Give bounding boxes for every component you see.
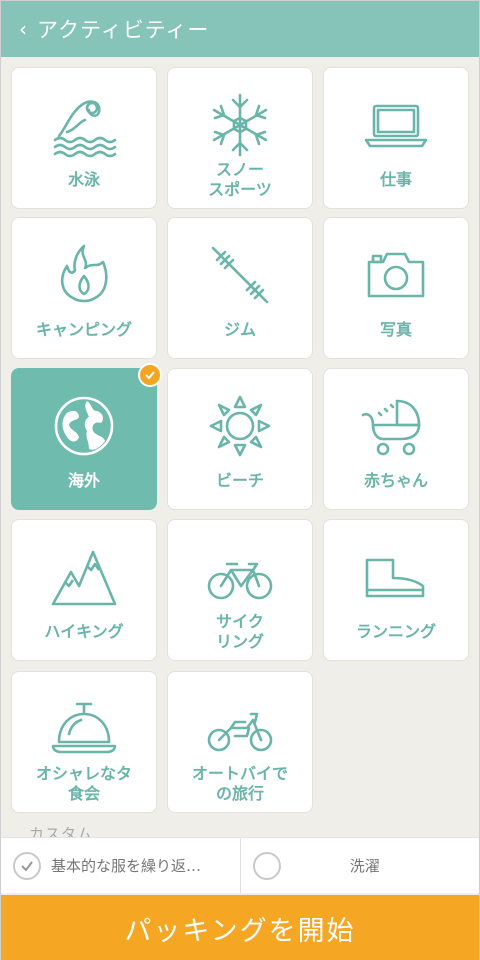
activity-tile[interactable]: ジム [167,217,313,359]
shoe-icon [361,542,431,612]
activity-tile[interactable]: 赤ちゃん [323,368,469,510]
snowflake-icon [205,90,275,160]
custom-item-label: 基本的な服を繰り返… [51,857,202,875]
activity-label: 赤ちゃん [363,471,428,490]
custom-items-bar: 基本的な服を繰り返… 洗濯 [1,837,479,893]
globe-icon [49,391,119,461]
custom-item-label: 洗濯 [349,857,380,875]
activity-label: ランニング [355,622,436,641]
activity-label: ジム [223,320,256,339]
activity-label: キャンピング [35,320,132,339]
mountain-icon [49,542,119,612]
swimming-icon [49,90,119,160]
activity-label: ビーチ [215,471,264,490]
sun-icon [205,391,275,461]
activity-label: 写真 [379,320,412,339]
stroller-icon [361,391,431,461]
campfire-icon [49,240,119,310]
app-header: ‹ アクティビティー [1,1,479,57]
bicycle-icon [205,542,275,612]
activity-tile[interactable]: ランニング [323,519,469,661]
back-chevron-icon[interactable]: ‹ [19,19,27,39]
activity-label: 水泳 [67,170,100,189]
activity-tile[interactable]: ビーチ [167,368,313,510]
activity-tile[interactable]: キャンピング [11,217,157,359]
checked-circle-icon[interactable] [13,851,41,880]
custom-item-laundry[interactable]: 洗濯 [239,838,480,893]
activity-tile[interactable]: 水泳 [11,67,157,209]
activity-tile[interactable]: 写真 [323,217,469,359]
activity-tile[interactable]: スノー スポーツ [167,67,313,209]
activity-label: サイク リング [215,612,264,651]
cloche-icon [49,694,119,764]
barbell-icon [205,240,275,310]
start-packing-button[interactable]: パッキングを開始 [1,895,479,960]
page-title: アクティビティー [37,18,210,42]
custom-section-label: カスタム [29,825,94,837]
laptop-icon [361,90,431,160]
activity-tile[interactable]: オシャレなタ 食会 [11,671,157,813]
activity-tile[interactable]: オートバイで の旅行 [167,671,313,813]
camera-icon [361,240,431,310]
activity-label: スノー スポーツ [208,160,272,199]
activity-label: オートバイで の旅行 [191,764,288,803]
activity-label: ハイキング [44,622,124,641]
activity-tile[interactable]: ハイキング [11,519,157,661]
motorcycle-icon [205,694,275,764]
activity-tile[interactable]: 海外 [11,363,162,510]
activity-label: 海外 [67,471,100,490]
custom-item-repeat-clothes[interactable]: 基本的な服を繰り返… [1,838,240,893]
selected-check-icon [138,363,162,387]
empty-circle-icon[interactable] [252,851,281,880]
activity-label: 仕事 [379,170,412,189]
activity-tile[interactable]: サイク リング [167,519,313,661]
activity-tile[interactable]: 仕事 [323,67,469,209]
activity-label: オシャレなタ 食会 [35,764,132,803]
